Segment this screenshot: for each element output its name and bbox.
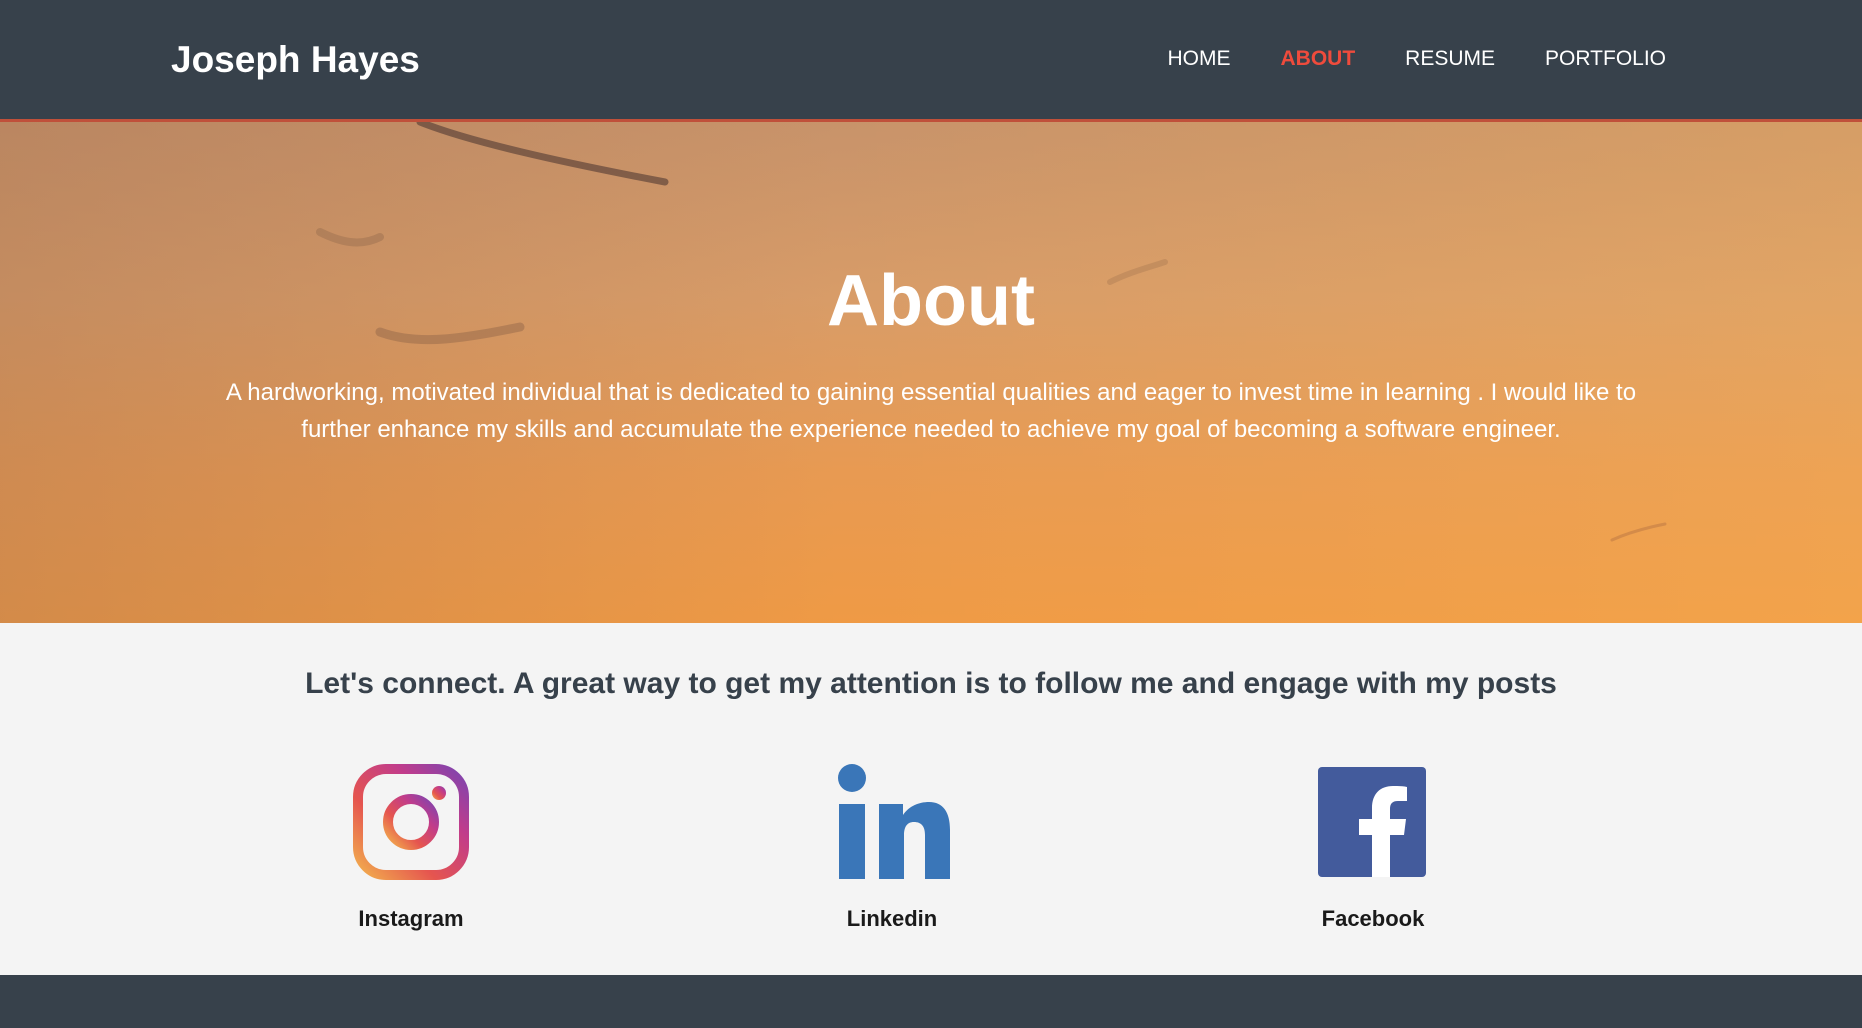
instagram-link[interactable]: Instagram xyxy=(301,764,521,932)
hero-title: About xyxy=(827,261,1035,341)
nav-home-link[interactable]: HOME xyxy=(1168,46,1231,72)
instagram-icon[interactable] xyxy=(353,764,469,880)
linkedin-label[interactable]: Linkedin xyxy=(782,906,1002,932)
top-navbar: Joseph Hayes HOME ABOUT RESUME PORTFOLIO xyxy=(0,0,1862,122)
nav-about-link[interactable]: ABOUT xyxy=(1281,46,1356,72)
main-nav: HOME ABOUT RESUME PORTFOLIO xyxy=(1168,46,1667,72)
hero-bird-streaks xyxy=(316,122,1667,542)
hero-description: A hardworking, motivated individual that… xyxy=(225,379,1637,443)
linkedin-icon[interactable] xyxy=(834,764,950,880)
instagram-label[interactable]: Instagram xyxy=(301,906,521,932)
facebook-icon[interactable] xyxy=(1315,764,1431,880)
facebook-link[interactable]: Facebook xyxy=(1263,764,1483,932)
facebook-label[interactable]: Facebook xyxy=(1263,906,1483,932)
nav-portfolio-link[interactable]: PORTFOLIO xyxy=(1545,46,1666,72)
nav-resume-link[interactable]: RESUME xyxy=(1405,46,1495,72)
site-brand[interactable]: Joseph Hayes xyxy=(171,38,420,82)
about-hero: About A hardworking, motivated individua… xyxy=(0,122,1862,623)
connect-section: Let's connect. A great way to get my att… xyxy=(0,623,1862,975)
connect-heading: Let's connect. A great way to get my att… xyxy=(305,667,1557,700)
linkedin-link[interactable]: Linkedin xyxy=(782,764,1002,932)
page-footer xyxy=(0,975,1862,1028)
